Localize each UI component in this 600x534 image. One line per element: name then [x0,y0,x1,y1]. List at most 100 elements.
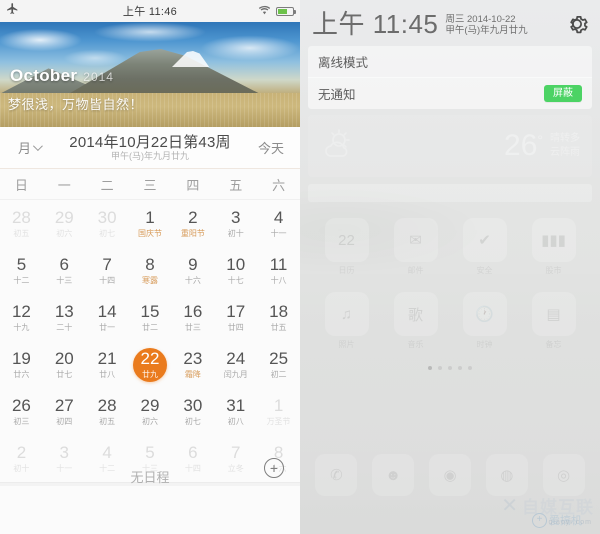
calendar-day-number: 26 [11,396,31,415]
calendar-day-cell[interactable]: 19 廿六 [0,341,43,388]
view-mode-label: 月 [17,141,31,156]
calendar-day-cell[interactable]: 13 二十 [43,294,86,341]
calendar-day-cell[interactable]: 6 十三 [43,247,86,294]
calendar-day-number: 9 [188,255,198,274]
calendar-day-cell[interactable]: 16 廿三 [171,294,214,341]
calendar-day-lunar: 初四 [56,417,73,426]
calendar-day-cell[interactable]: 29 初六 [129,388,172,435]
app-icon-item[interactable]: 🕐 时钟 [452,292,517,350]
calendar-day-cell[interactable]: 15 廿二 [129,294,172,341]
app-icon-item[interactable]: ✔ 安全 [452,218,517,276]
calendar-day-number: 20 [54,349,74,368]
weekday-label: 四 [186,177,200,193]
calendar-day-cell[interactable]: 28 初五 [86,388,129,435]
calendar-day-cell[interactable]: 1 万圣节 [257,388,300,435]
calendar-day-cell[interactable]: 4 十一 [257,200,300,247]
calendar-day-cell[interactable]: 23 霜降 [171,341,214,388]
calendar-day-lunar: 廿七 [56,370,73,379]
no-notification-row[interactable]: 无通知 屏蔽 [308,77,592,109]
dock-row: ✆ ☻ ◉ ◍ ◎ [310,454,590,496]
calendar-day-cell[interactable]: 3 初十 [214,200,257,247]
calendar-day-cell[interactable]: 4 十二 [86,435,129,482]
calendar-day-cell[interactable]: 1 国庆节 [129,200,172,247]
app-label: 日历 [338,266,355,275]
calendar-day-cell[interactable]: 2 初十 [0,435,43,482]
calendar-day-cell[interactable]: 18 廿五 [257,294,300,341]
calendar-day-cell[interactable]: 3 十一 [43,435,86,482]
calendar-day-cell[interactable]: 14 廿一 [86,294,129,341]
calendar-day-cell[interactable]: 31 初八 [214,388,257,435]
calendar-day-cell[interactable]: 25 初二 [257,341,300,388]
app-label: 时钟 [476,340,493,349]
calendar-day-cell[interactable]: 28 初五 [0,200,43,247]
calendar-day-cell[interactable]: 17 廿四 [214,294,257,341]
hero-month-text: October [10,66,78,85]
offline-mode-row[interactable]: 离线模式 [308,46,592,77]
hero-quote: 梦很浅，万物皆自然！ [8,97,144,112]
gear-icon[interactable] [564,11,590,37]
calendar-day-lunar: 初七 [99,229,116,238]
calendar-day-cell[interactable]: 7 立冬 [214,435,257,482]
calendar-day-cell[interactable]: 8 寒露 [129,247,172,294]
dock-icon-item[interactable]: ☻ [367,454,420,496]
dock-icon-item[interactable]: ◍ [480,454,533,496]
calendar-day-cell[interactable]: 26 初三 [0,388,43,435]
dock-icon: ✆ [315,454,358,496]
calendar-day-cell[interactable]: 9 十六 [171,247,214,294]
calendar-day-lunar: 初五 [13,229,30,238]
app-icon: ▤ [531,292,576,336]
calendar-day-cell[interactable]: 29 初六 [43,200,86,247]
calendar-day-cell[interactable]: 2 重阳节 [171,200,214,247]
app-icon-item[interactable]: ✉ 邮件 [383,218,448,276]
status-bar-time: 上午 11:46 [122,6,178,18]
calendar-day-cell[interactable]: 11 十八 [257,247,300,294]
calendar-day-lunar: 立冬 [227,464,244,473]
calendar-day-cell[interactable]: 21 廿八 [86,341,129,388]
calendar-day-cell[interactable]: 12 十九 [0,294,43,341]
calendar-day-lunar: 廿四 [227,323,244,332]
app-icon: 22 [324,218,369,262]
today-button[interactable]: 今天 [242,138,300,157]
calendar-day-lunar: 十七 [227,276,244,285]
app-icon-item[interactable]: 22 日历 [314,218,379,276]
calendar-day-cell[interactable]: 30 初七 [86,200,129,247]
calendar-day-cell[interactable]: 6 十四 [171,435,214,482]
calendar-title-block: 2014年10月22日第43周 甲午(马)年九月廿九 [58,134,242,162]
calendar-day-cell[interactable]: 22 廿九 [129,341,172,388]
calendar-day-cell[interactable]: 7 十四 [86,247,129,294]
calendar-day-number: 1 [145,208,155,227]
calendar-grid: 28 初五 29 初六 30 初七 1 国庆节 2 重阳节 3 初十 4 十一 5 十二 6 十三 7 十四 8 寒露 9 十… [0,200,300,482]
weekday-label: 二 [100,177,114,193]
chevron-down-icon [32,141,43,152]
dock-icon-item[interactable]: ◎ [537,454,590,496]
calendar-day-cell[interactable]: 5 十二 [0,247,43,294]
screenshot-root: 上午 11:46 October 2014 梦很浅，万物皆自然！ 月 2014年… [0,0,600,534]
app-label: 股市 [545,266,562,275]
calendar-day-cell[interactable]: 24 闰九月 [214,341,257,388]
page-dot[interactable] [448,366,452,370]
dock-icon-item[interactable]: ✆ [310,454,363,496]
calendar-day-cell[interactable]: 30 初七 [171,388,214,435]
block-button[interactable]: 屏蔽 [544,85,582,102]
calendar-day-lunar: 初三 [13,417,30,426]
calendar-day-cell[interactable]: 20 廿七 [43,341,86,388]
app-icon-item[interactable]: ♫ 照片 [314,292,379,350]
calendar-day-number: 3 [230,208,241,227]
add-event-button[interactable]: + [264,458,284,478]
page-dot[interactable] [458,366,462,370]
page-dot[interactable] [438,366,442,370]
view-mode-selector[interactable]: 月 [0,138,58,157]
app-icon-item[interactable]: ▤ 备忘 [521,292,586,350]
page-dot[interactable] [428,366,432,370]
dock-icon-item[interactable]: ◉ [424,454,477,496]
calendar-day-cell[interactable]: 27 初四 [43,388,86,435]
app-label: 邮件 [407,266,424,275]
app-icon-item[interactable]: ▮▮▮ 股市 [521,218,586,276]
calendar-day-lunar: 廿五 [270,323,287,332]
sun-cloud-icon [320,129,366,163]
weather-widget[interactable]: 26 ° 晴转多 云阵雨 [308,115,592,177]
calendar-day-cell[interactable]: 10 十七 [214,247,257,294]
page-dot[interactable] [468,366,472,370]
app-icon-item[interactable]: 歌音乐 [383,292,448,350]
panel-clock: 上午 11:45 [312,9,439,39]
